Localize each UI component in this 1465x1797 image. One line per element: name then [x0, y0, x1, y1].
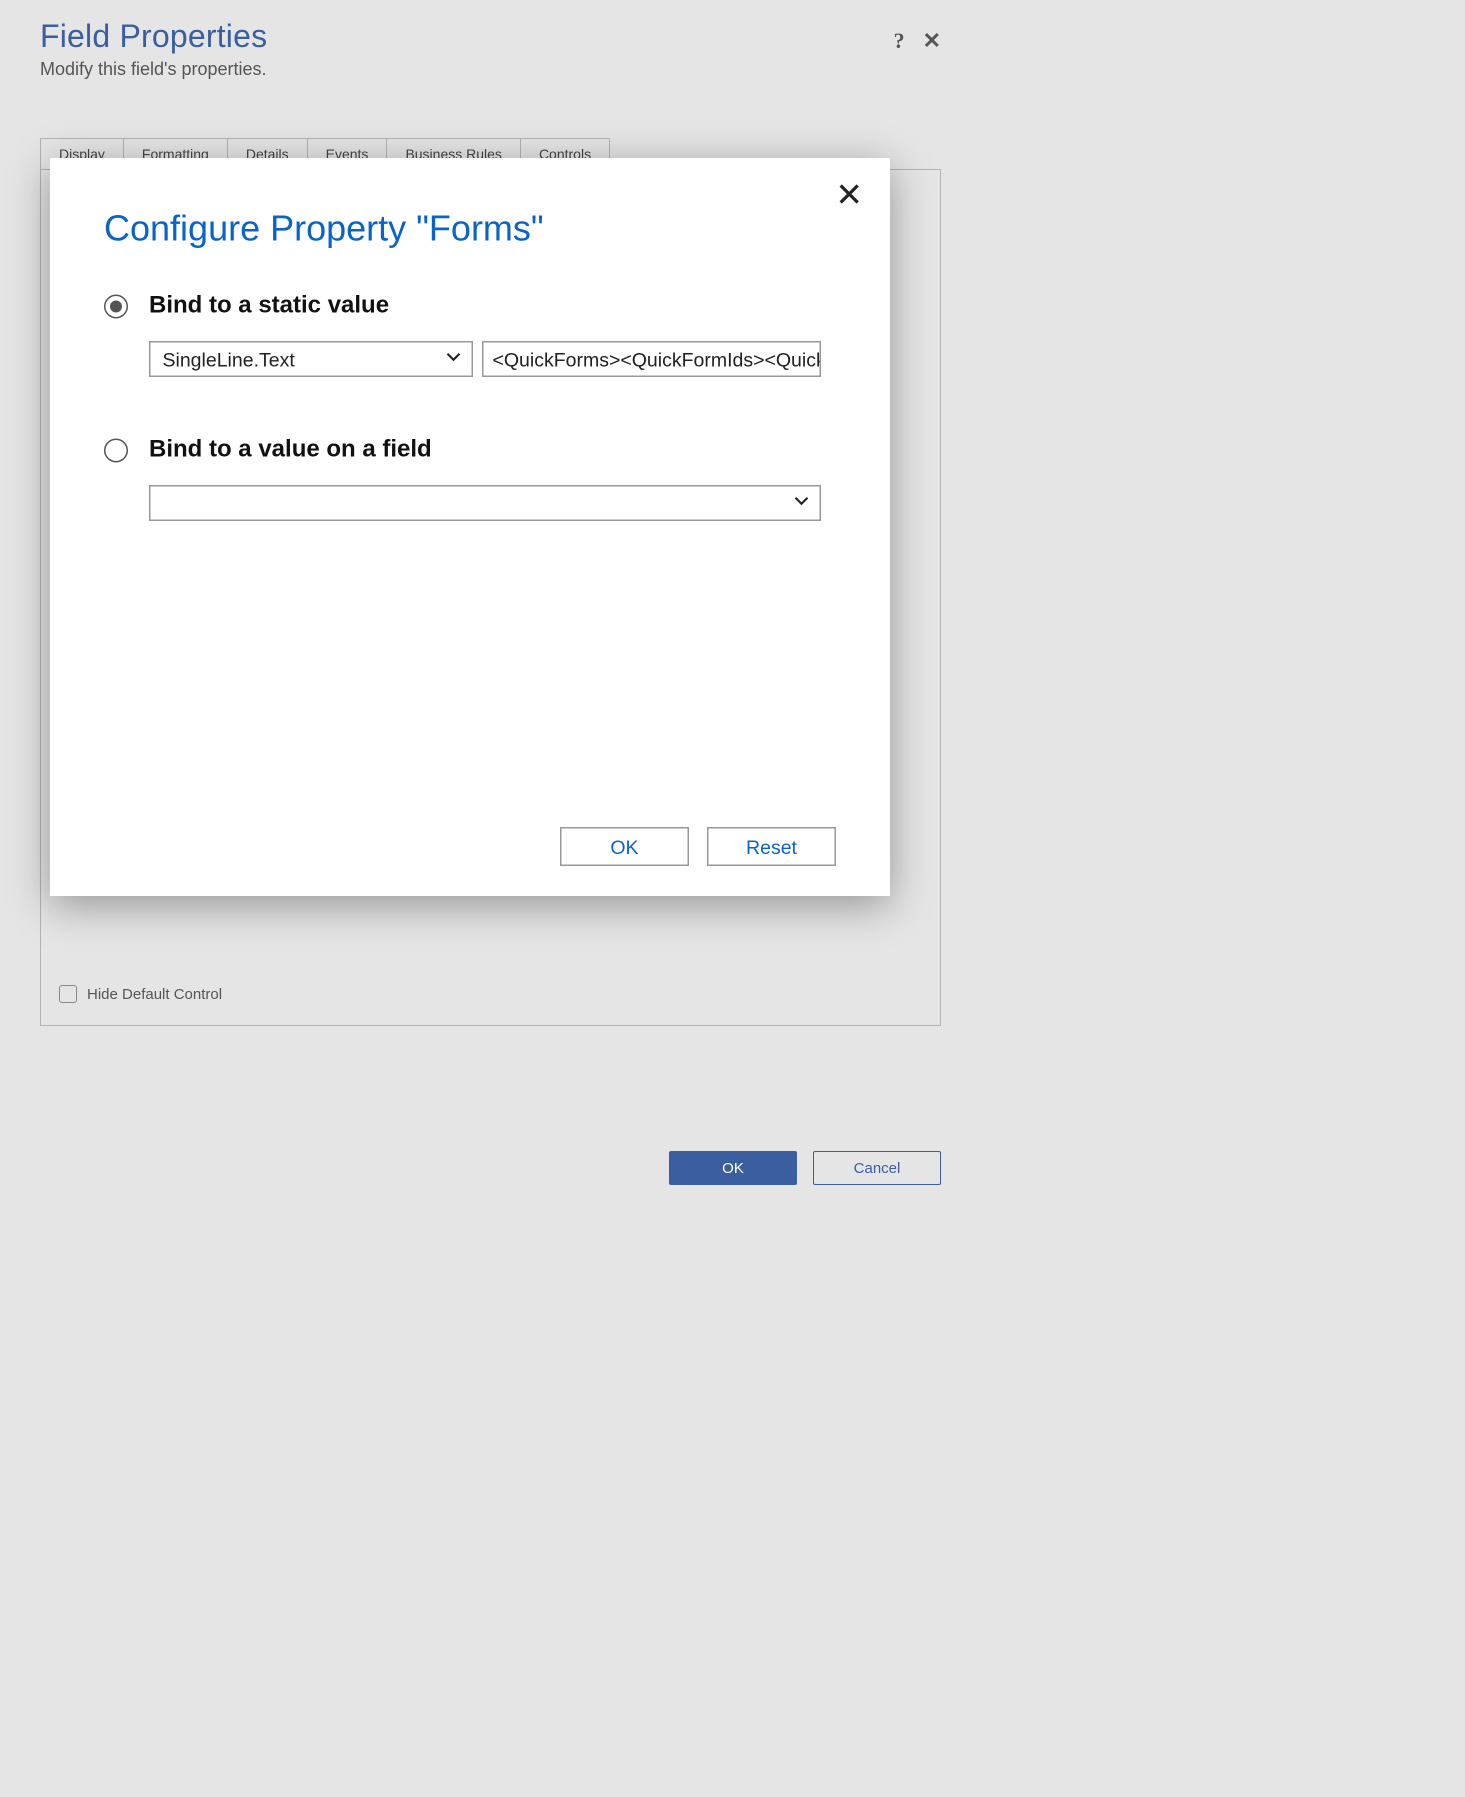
bind-static-option[interactable]: Bind to a static value — [104, 293, 836, 320]
radio-field[interactable] — [104, 439, 128, 463]
chevron-down-icon — [793, 492, 811, 515]
chevron-down-icon — [445, 348, 463, 371]
field-select[interactable] — [149, 485, 821, 521]
bind-field-option[interactable]: Bind to a value on a field — [104, 437, 836, 464]
static-type-select[interactable]: SingleLine.Text — [149, 341, 473, 377]
radio-static[interactable] — [104, 295, 128, 319]
modal-ok-button[interactable]: OK — [560, 827, 689, 866]
static-type-select-value: SingleLine.Text — [163, 348, 295, 371]
hide-default-control-row: Hide Default Control — [59, 985, 222, 1003]
bind-field-label: Bind to a value on a field — [149, 437, 432, 464]
help-icon[interactable]: ? — [894, 28, 905, 54]
hide-default-control-checkbox[interactable] — [59, 985, 77, 1003]
page-subtitle: Modify this field's properties. — [40, 59, 894, 80]
field-properties-dialog: Field Properties Modify this field's pro… — [0, 0, 981, 1199]
header-text: Field Properties Modify this field's pro… — [40, 18, 894, 80]
radio-dot-icon — [110, 301, 122, 313]
configure-property-modal: ✕ Configure Property "Forms" Bind to a s… — [50, 158, 890, 896]
field-value-fields — [149, 485, 836, 521]
modal-reset-button[interactable]: Reset — [707, 827, 836, 866]
static-value-fields: SingleLine.Text <QuickForms><QuickFormId… — [149, 341, 836, 377]
header: Field Properties Modify this field's pro… — [0, 0, 981, 90]
cancel-button[interactable]: Cancel — [813, 1151, 941, 1185]
dialog-footer: OK Cancel — [669, 1151, 941, 1185]
modal-footer: OK Reset — [560, 827, 836, 866]
hide-default-control-label: Hide Default Control — [87, 986, 222, 1003]
modal-close-icon[interactable]: ✕ — [835, 179, 863, 212]
static-value-input[interactable]: <QuickForms><QuickFormIds><QuickFo — [482, 341, 821, 377]
close-icon[interactable]: ✕ — [923, 28, 941, 54]
ok-button[interactable]: OK — [669, 1151, 797, 1185]
header-icons: ? ✕ — [894, 28, 941, 54]
page-title: Field Properties — [40, 18, 894, 55]
modal-title: Configure Property "Forms" — [104, 209, 836, 251]
static-value-text: <QuickForms><QuickFormIds><QuickFo — [493, 348, 822, 371]
bind-static-label: Bind to a static value — [149, 293, 389, 320]
